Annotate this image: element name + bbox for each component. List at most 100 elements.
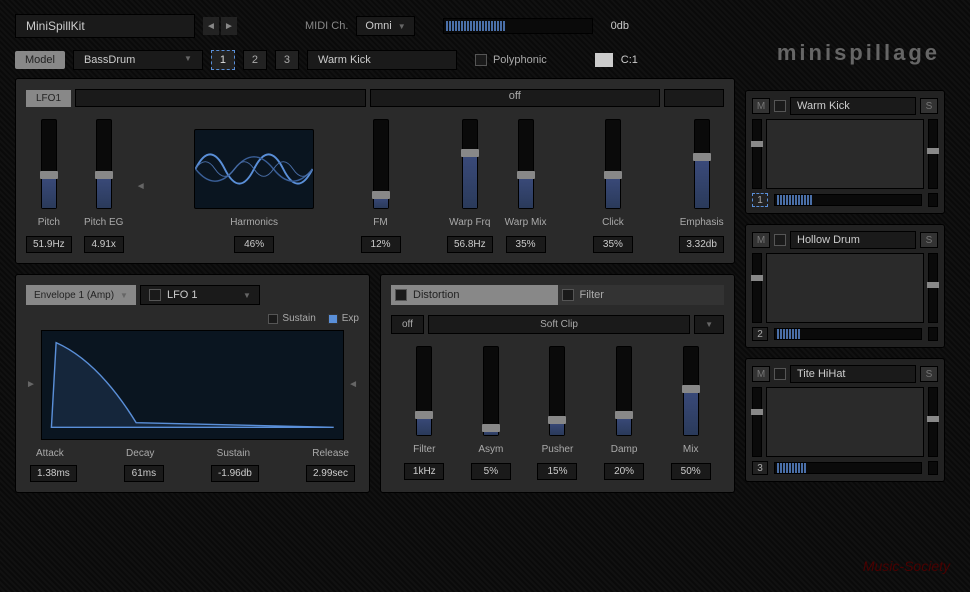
mix-value[interactable]: 50% (671, 463, 711, 480)
pad-level-3[interactable] (752, 387, 762, 457)
pad-level-1[interactable] (752, 119, 762, 189)
solo-button-3[interactable]: S (920, 366, 938, 382)
mix-label: Mix (683, 444, 699, 455)
pusher-value[interactable]: 15% (537, 463, 577, 480)
damp-value[interactable]: 20% (604, 463, 644, 480)
sustain-value[interactable]: -1.96db (211, 465, 259, 482)
fm-value[interactable]: 12% (361, 236, 401, 253)
lfo-checkbox[interactable] (149, 289, 161, 301)
envelope-lfo-select[interactable]: LFO 1▼ (140, 285, 260, 305)
filter-tab[interactable]: Filter (558, 285, 725, 305)
preset-prev[interactable]: ◄ (203, 17, 219, 35)
emphasis-value[interactable]: 3.32db (679, 236, 724, 253)
mute-button-3[interactable]: M (752, 366, 770, 382)
preset-next[interactable]: ► (221, 17, 237, 35)
midi-channel-select[interactable]: Omni ▼ (356, 16, 414, 36)
distortion-tab[interactable]: Distortion (391, 285, 558, 305)
pad-number-1[interactable]: 1 (752, 193, 768, 207)
pad-knob-1[interactable] (928, 193, 938, 207)
pad-checkbox-1[interactable] (774, 100, 786, 112)
pitch-slider[interactable] (41, 119, 57, 209)
polyphonic-checkbox[interactable] (475, 54, 487, 66)
mute-button-1[interactable]: M (752, 98, 770, 114)
pad-name-3[interactable]: Tite HiHat (790, 365, 916, 383)
pad-meter-1 (774, 194, 922, 206)
dist-filter-value[interactable]: 1kHz (404, 463, 444, 480)
sustain-option[interactable]: Sustain (268, 313, 315, 324)
pitch-value[interactable]: 51.9Hz (26, 236, 72, 253)
triangle-left-icon[interactable]: ◄ (348, 379, 359, 391)
attack-value[interactable]: 1.38ms (30, 465, 77, 482)
distortion-off[interactable]: off (391, 315, 424, 334)
pad-display-3[interactable] (766, 387, 924, 457)
mute-button-2[interactable]: M (752, 232, 770, 248)
pad-knob-2[interactable] (928, 327, 938, 341)
asym-slider[interactable] (483, 346, 499, 436)
polyphonic-label: Polyphonic (493, 54, 547, 66)
triangle-left-icon[interactable]: ◄ (136, 181, 148, 193)
solo-button-1[interactable]: S (920, 98, 938, 114)
pad-select-1[interactable]: 1 (211, 50, 235, 70)
decay-value[interactable]: 61ms (124, 465, 164, 482)
harmonics-value[interactable]: 46% (234, 236, 274, 253)
warp-frq-value[interactable]: 56.8Hz (447, 236, 493, 253)
pad-name-1[interactable]: Warm Kick (790, 97, 916, 115)
fm-label: FM (373, 217, 387, 228)
lfo-state-select[interactable]: off (370, 89, 661, 107)
click-value[interactable]: 35% (593, 236, 633, 253)
mix-slider[interactable] (683, 346, 699, 436)
pad-pan-3[interactable] (928, 387, 938, 457)
watermark: Music-Society (863, 558, 950, 574)
pusher-slider[interactable] (549, 346, 565, 436)
pad-checkbox-2[interactable] (774, 234, 786, 246)
patch-name[interactable]: Warm Kick (307, 50, 457, 70)
preset-name[interactable]: MiniSpillKit (15, 14, 195, 38)
pad-display-2[interactable] (766, 253, 924, 323)
emphasis-slider[interactable] (694, 119, 710, 209)
pad-level-2[interactable] (752, 253, 762, 323)
pitch-eg-value[interactable]: 4.91x (84, 236, 124, 253)
pitch-eg-slider[interactable] (96, 119, 112, 209)
pad-number-2[interactable]: 2 (752, 327, 768, 341)
pad-meter-2 (774, 328, 922, 340)
attack-label: Attack (36, 448, 64, 459)
pad-number-3[interactable]: 3 (752, 461, 768, 475)
model-select[interactable]: BassDrum ▼ (73, 50, 203, 70)
warp-frq-slider[interactable] (462, 119, 478, 209)
asym-value[interactable]: 5% (471, 463, 511, 480)
pad-select-3[interactable]: 3 (275, 50, 299, 70)
pad-checkbox-3[interactable] (774, 368, 786, 380)
pad-pan-2[interactable] (928, 253, 938, 323)
exp-option[interactable]: Exp (328, 313, 359, 324)
harmonics-display[interactable] (194, 129, 314, 209)
exp-checkbox[interactable] (328, 314, 338, 324)
click-slider[interactable] (605, 119, 621, 209)
distortion-mode-select[interactable]: Soft Clip (428, 315, 690, 334)
pad-display-1[interactable] (766, 119, 924, 189)
sustain-label: Sustain (217, 448, 250, 459)
lfo-bar-2[interactable] (664, 89, 724, 107)
keyboard-icon[interactable] (595, 53, 613, 67)
triangle-right-icon[interactable]: ► (26, 379, 37, 391)
warp-frq-label: Warp Frq (449, 217, 490, 228)
solo-button-2[interactable]: S (920, 232, 938, 248)
warp-mix-slider[interactable] (518, 119, 534, 209)
pad-knob-3[interactable] (928, 461, 938, 475)
lfo-bar[interactable] (75, 89, 366, 107)
chevron-down-icon: ▼ (120, 291, 128, 300)
sustain-checkbox[interactable] (268, 314, 278, 324)
dist-filter-slider[interactable] (416, 346, 432, 436)
pad-name-2[interactable]: Hollow Drum (790, 231, 916, 249)
distortion-mode-dd[interactable]: ▼ (694, 315, 724, 334)
filter-checkbox[interactable] (562, 289, 574, 301)
pad-pan-1[interactable] (928, 119, 938, 189)
distortion-checkbox[interactable] (395, 289, 407, 301)
release-value[interactable]: 2.99sec (306, 465, 355, 482)
pad-select-2[interactable]: 2 (243, 50, 267, 70)
damp-slider[interactable] (616, 346, 632, 436)
pitch-label: Pitch (38, 217, 60, 228)
envelope-select[interactable]: Envelope 1 (Amp)▼ (26, 285, 136, 305)
warp-mix-value[interactable]: 35% (506, 236, 546, 253)
envelope-graph[interactable] (41, 330, 344, 440)
fm-slider[interactable] (373, 119, 389, 209)
